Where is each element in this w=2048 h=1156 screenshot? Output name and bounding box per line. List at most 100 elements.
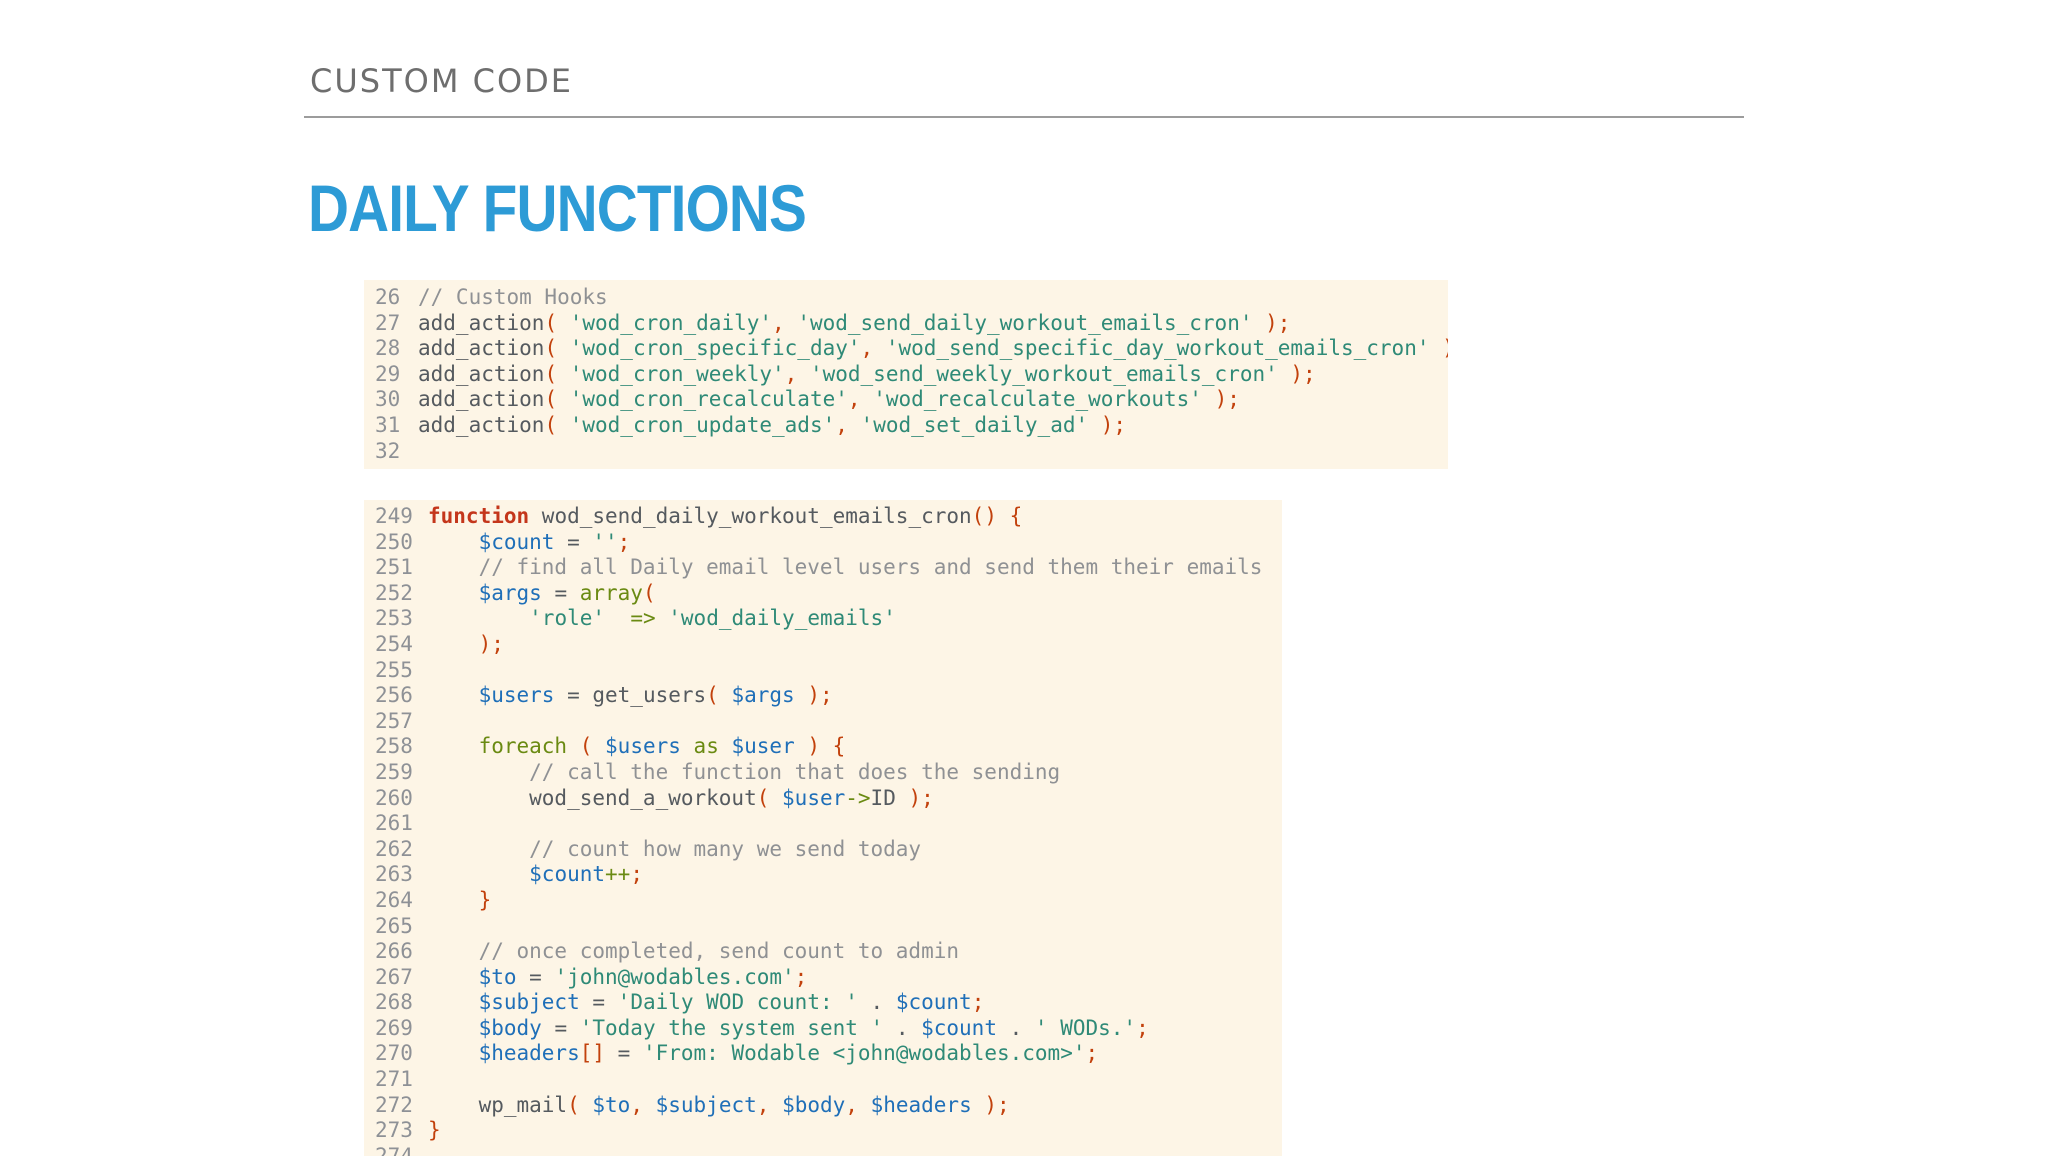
code-token: 'From: Wodable <john@wodables.com>': [642, 1041, 1086, 1066]
code-token: // count how many we send today: [428, 836, 922, 861]
code-token: 'john@wodables.com': [554, 964, 795, 989]
code-token: (: [544, 310, 570, 335]
code-token: 'wod_set_daily_ad': [860, 412, 1089, 437]
code-token: =: [554, 529, 593, 554]
line-number: 272: [375, 1092, 413, 1117]
code-token: ,: [756, 1092, 783, 1117]
code-token: ,: [772, 310, 798, 335]
code-token: 'wod_daily_emails': [668, 606, 896, 631]
code-token: 'wod_cron_specific_day': [569, 336, 861, 361]
code-token: = get_users: [554, 683, 707, 708]
code-line: 264 }: [364, 888, 1282, 914]
code-token: // find all Daily email level users and …: [428, 555, 1263, 580]
code-token: 'wod_send_weekly_workout_emails_cron': [809, 361, 1278, 386]
code-token: ,: [847, 387, 874, 412]
code-token: $args: [731, 683, 795, 708]
code-token: $users: [478, 683, 555, 708]
code-token: $body: [782, 1092, 846, 1117]
slide-title: DAILY FUNCTIONS: [308, 171, 807, 245]
code-token: foreach: [478, 734, 568, 759]
code-token: function: [428, 504, 530, 528]
code-token: (: [706, 683, 732, 708]
code-token: []: [579, 1041, 606, 1066]
line-number: 264: [375, 887, 413, 912]
line-number: 257: [375, 708, 413, 733]
code-line: 274: [364, 1144, 1282, 1156]
line-number: 255: [375, 657, 413, 682]
line-number: 251: [375, 555, 413, 580]
code-token: (: [756, 785, 783, 810]
code-token: add_action: [418, 412, 545, 437]
code-line: 262 // count how many we send today: [364, 837, 1282, 863]
code-token: 'wod_cron_recalculate': [569, 387, 848, 412]
code-token: $user: [731, 734, 795, 759]
code-token: );: [1201, 387, 1240, 412]
code-token: (: [567, 734, 606, 759]
code-token: wp_mail: [428, 1092, 568, 1117]
line-number: 266: [375, 939, 413, 964]
code-token: add_action: [418, 361, 545, 386]
line-number: 258: [375, 734, 413, 759]
code-line: 256 $users = get_users( $args );: [364, 683, 1282, 709]
code-token: ;: [971, 990, 985, 1015]
code-token: );: [1252, 310, 1291, 335]
code-token: =: [541, 1015, 580, 1040]
code-token: wod_send_a_workout: [428, 785, 757, 810]
code-line: 263 $count++;: [364, 862, 1282, 888]
code-token: 'wod_send_specific_day_workout_emails_cr…: [885, 336, 1430, 361]
line-number: 256: [375, 683, 413, 708]
code-line: 261: [364, 811, 1282, 837]
code-token: ,: [845, 1092, 871, 1117]
header-divider: [304, 116, 1744, 118]
code-token: =: [516, 964, 555, 989]
section-label: CUSTOM CODE: [310, 62, 573, 100]
code-token: // once completed, send count to admin: [428, 939, 960, 964]
code-token: as: [693, 734, 719, 759]
line-number: 269: [375, 1015, 413, 1040]
code-token: ;: [630, 862, 643, 887]
code-token: '': [592, 529, 618, 554]
code-token: =: [605, 1041, 643, 1066]
code-line: 268 $subject = 'Daily WOD count: ' . $co…: [364, 990, 1282, 1016]
code-token: ' WODs.': [1034, 1015, 1137, 1040]
code-token: ;: [1136, 1015, 1149, 1040]
line-number: 271: [375, 1067, 413, 1092]
code-token: );: [971, 1092, 1010, 1117]
code-token: 'wod_cron_update_ads': [569, 412, 836, 437]
code-token: $count: [895, 990, 972, 1015]
code-token: .: [996, 1015, 1035, 1040]
line-number: 249: [375, 504, 413, 528]
code-token: ->: [845, 785, 871, 810]
code-token: ID: [870, 785, 896, 810]
code-token: $count: [921, 1015, 997, 1040]
code-token: ;: [794, 964, 808, 989]
code-token: $to: [478, 964, 517, 989]
line-number: 253: [375, 606, 413, 631]
line-number: 273: [375, 1118, 413, 1143]
code-token: );: [1277, 361, 1316, 386]
code-token: ++: [605, 862, 631, 887]
code-line: 27 add_action( 'wod_cron_daily', 'wod_sen…: [364, 311, 1448, 337]
code-token: (: [544, 412, 570, 437]
line-number: 31: [375, 412, 401, 437]
code-line: 269 $body = 'Today the system sent ' . $…: [364, 1016, 1282, 1042]
code-token: $count: [478, 529, 555, 554]
code-token: array: [579, 580, 643, 605]
code-line: 253 'role' => 'wod_daily_emails': [364, 606, 1282, 632]
code-token: );: [428, 631, 504, 656]
line-number: 29: [375, 361, 401, 386]
code-line: 30 add_action( 'wod_cron_recalculate', 'w…: [364, 387, 1448, 413]
code-line: 252 $args = array(: [364, 581, 1282, 607]
line-number: 27: [375, 310, 401, 335]
code-token: ,: [784, 361, 810, 386]
code-line: 272 wp_mail( $to, $subject, $body, $head…: [364, 1093, 1282, 1119]
code-token: );: [895, 785, 934, 810]
code-line: 249 function wod_send_daily_workout_email…: [364, 504, 1282, 530]
code-token: ;: [617, 529, 631, 554]
